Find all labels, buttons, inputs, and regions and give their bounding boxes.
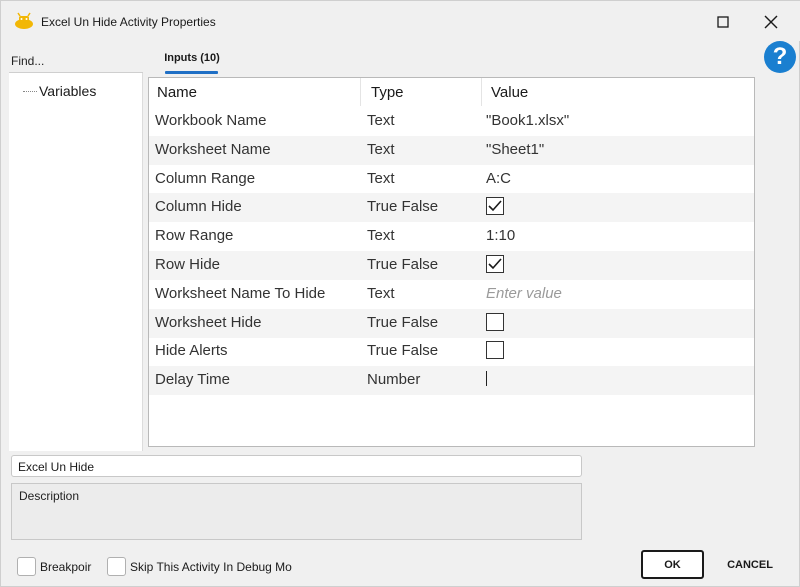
maximize-button[interactable]: [710, 9, 736, 35]
value-input[interactable]: "Book1.xlsx": [486, 112, 569, 129]
robot-app-icon: [15, 12, 33, 29]
find-input[interactable]: Find...: [9, 51, 143, 73]
table-row[interactable]: Row Hide True False: [149, 251, 754, 280]
ok-button[interactable]: OK: [641, 550, 704, 579]
grid-header: Name Type Value: [149, 78, 754, 106]
checkmark-icon: [488, 258, 502, 270]
column-separator[interactable]: [481, 78, 482, 106]
tree-connector: [23, 90, 37, 92]
property-type: Text: [367, 169, 395, 187]
breakpoint-label: Breakpoir: [40, 559, 92, 574]
table-row[interactable]: Row Range Text 1:10: [149, 222, 754, 251]
checkmark-icon: [488, 200, 502, 212]
active-tab-indicator: [165, 71, 218, 74]
tree-item-label: Variables: [39, 83, 97, 99]
table-row[interactable]: Worksheet Name To Hide Text Enter value: [149, 280, 754, 309]
value-checkbox[interactable]: [486, 312, 504, 331]
breakpoint-checkbox[interactable]: Breakpoir: [17, 557, 102, 576]
close-icon: [764, 15, 778, 29]
value-input[interactable]: A:C: [486, 170, 511, 187]
value-input-caret[interactable]: [486, 371, 487, 387]
table-row[interactable]: Worksheet Hide True False: [149, 308, 754, 338]
help-icon[interactable]: ?: [764, 41, 796, 73]
title-bar: Excel Un Hide Activity Properties: [1, 1, 800, 41]
value-input[interactable]: "Sheet1": [486, 141, 544, 158]
checkbox-box[interactable]: [107, 557, 126, 576]
property-type: True False: [367, 198, 439, 216]
property-type: True False: [367, 313, 439, 331]
property-name: Column Hide: [155, 198, 242, 216]
properties-dialog: Excel Un Hide Activity Properties ? Find…: [0, 0, 800, 587]
value-input-placeholder[interactable]: Enter value: [486, 285, 562, 302]
property-name: Worksheet Name To Hide: [155, 284, 326, 302]
checkbox-box[interactable]: [17, 557, 36, 576]
property-name: Column Range: [155, 169, 256, 187]
value-checkbox[interactable]: [486, 341, 504, 360]
property-type: Text: [367, 227, 395, 245]
tree-item-variables[interactable]: Variables: [23, 83, 96, 99]
value-checkbox[interactable]: [486, 197, 504, 216]
maximize-icon: [717, 16, 729, 28]
column-separator[interactable]: [360, 78, 361, 106]
property-name: Hide Alerts: [155, 342, 228, 360]
property-type: Text: [367, 112, 395, 129]
column-header-type: Type: [371, 84, 404, 101]
property-type: Text: [367, 140, 395, 158]
variables-tree: Variables: [9, 73, 143, 451]
window-title: Excel Un Hide Activity Properties: [41, 15, 216, 29]
property-name: Row Hide: [155, 256, 221, 273]
table-row[interactable]: Worksheet Name Text "Sheet1": [149, 135, 754, 165]
table-row[interactable]: Column Hide True False: [149, 193, 754, 223]
table-row[interactable]: Delay Time Number: [149, 366, 754, 396]
property-name: Delay Time: [155, 371, 231, 389]
property-type: Number: [367, 371, 421, 389]
cancel-button[interactable]: CANCEL: [717, 550, 783, 579]
value-input[interactable]: 1:10: [486, 227, 515, 244]
tab-inputs[interactable]: Inputs (10): [159, 49, 225, 73]
column-header-name: Name: [157, 84, 198, 101]
property-type: Text: [367, 284, 395, 302]
property-name: Worksheet Name: [155, 140, 271, 158]
properties-grid: Name Type Value Workbook Name Text "Book1.…: [148, 77, 755, 447]
value-checkbox[interactable]: [486, 255, 504, 273]
property-type: True False: [367, 342, 439, 360]
table-row[interactable]: Workbook Name Text "Book1.xlsx": [149, 107, 754, 136]
activity-name-field[interactable]: Excel Un Hide: [11, 455, 582, 477]
table-row[interactable]: Column Range Text A:C: [149, 165, 754, 194]
skip-debug-label: Skip This Activity In Debug Mo: [130, 559, 292, 574]
skip-debug-checkbox[interactable]: Skip This Activity In Debug Mo: [107, 557, 314, 576]
property-name: Worksheet Hide: [155, 313, 262, 331]
close-button[interactable]: [758, 9, 784, 35]
property-name: Row Range: [155, 227, 234, 245]
table-row[interactable]: Hide Alerts True False: [149, 337, 754, 366]
property-type: True False: [367, 256, 439, 273]
column-header-value: Value: [491, 84, 529, 101]
property-name: Workbook Name: [155, 112, 267, 129]
description-field[interactable]: Description: [11, 483, 582, 540]
